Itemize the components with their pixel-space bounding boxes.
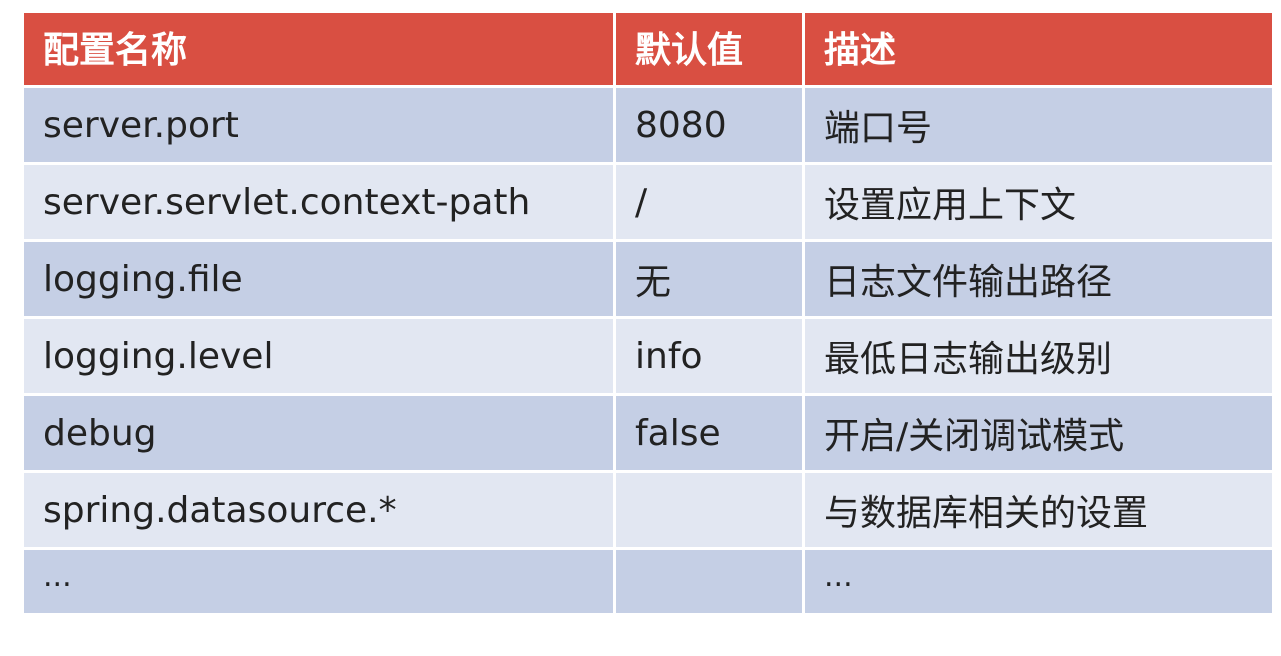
description-cell: ... (805, 550, 1272, 613)
default-value-cell (616, 473, 802, 547)
default-value-cell: / (616, 165, 802, 239)
config-name-cell: debug (24, 396, 613, 470)
description-cell: 端口号 (805, 88, 1272, 162)
default-value-cell (616, 550, 802, 613)
default-value-cell: 无 (616, 242, 802, 316)
config-name-cell: server.port (24, 88, 613, 162)
description-cell: 开启/关闭调试模式 (805, 396, 1272, 470)
config-table: 配置名称 默认值 描述 server.port 8080 端口号 server.… (24, 13, 1272, 613)
description-cell: 日志文件输出路径 (805, 242, 1272, 316)
header-default-value: 默认值 (616, 13, 802, 85)
description-cell: 与数据库相关的设置 (805, 473, 1272, 547)
header-description: 描述 (805, 13, 1272, 85)
config-name-cell: logging.file (24, 242, 613, 316)
default-value-cell: false (616, 396, 802, 470)
config-name-cell: ... (24, 550, 613, 613)
description-cell: 最低日志输出级别 (805, 319, 1272, 393)
default-value-cell: 8080 (616, 88, 802, 162)
default-value-cell: info (616, 319, 802, 393)
config-name-cell: server.servlet.context-path (24, 165, 613, 239)
header-config-name: 配置名称 (24, 13, 613, 85)
config-name-cell: logging.level (24, 319, 613, 393)
description-cell: 设置应用上下文 (805, 165, 1272, 239)
config-name-cell: spring.datasource.* (24, 473, 613, 547)
